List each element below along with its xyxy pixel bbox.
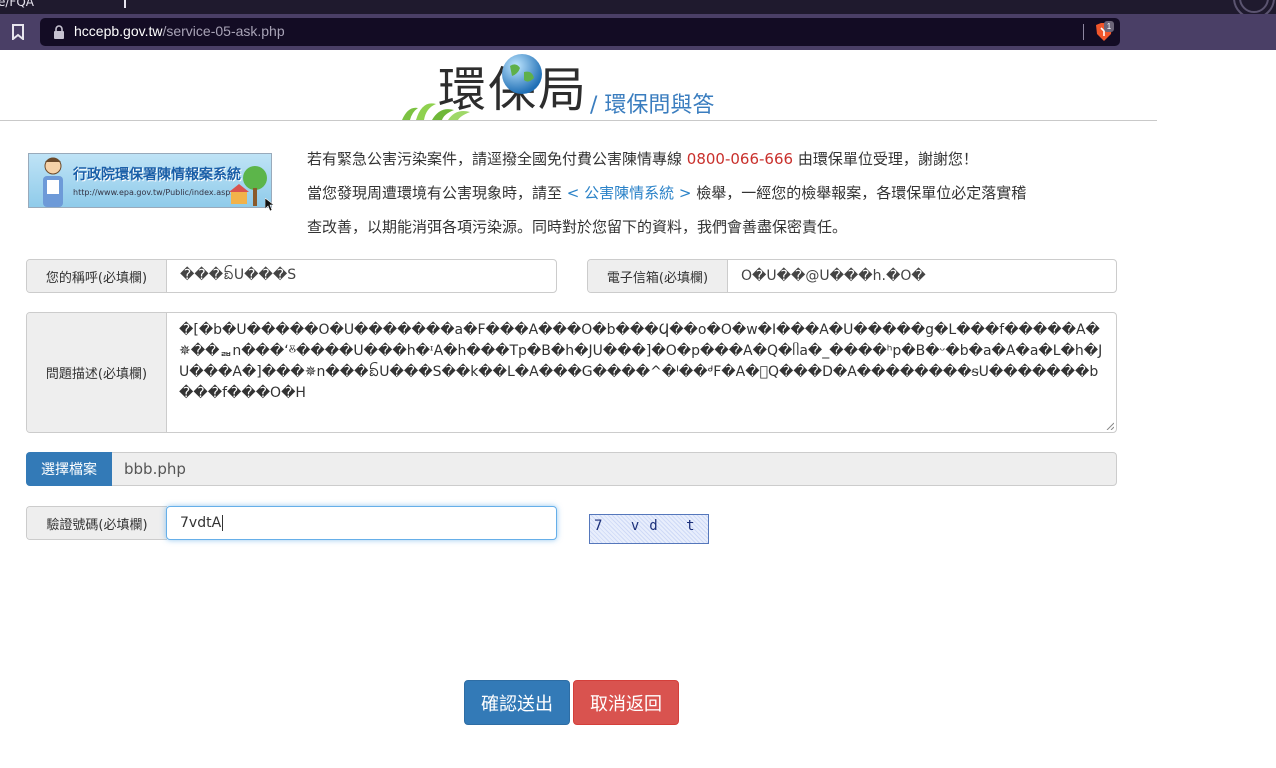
cancel-button[interactable]: 取消返回 (573, 680, 679, 725)
resize-handle-icon[interactable] (1106, 422, 1114, 430)
file-name-display: bbb.php (124, 460, 186, 478)
intro-text: 若有緊急公害污染案件，請逕撥全國免付費公害陳情專線 0800-066-666 由… (307, 142, 1127, 244)
browser-tabstrip: e/FQA (0, 0, 1276, 14)
person-illustration-icon (43, 157, 63, 207)
captcha-label: 驗證號碼(必填欄) (27, 507, 167, 539)
complaint-system-link[interactable]: < 公害陳情系統 > (567, 184, 692, 202)
intro-line-2-prefix: 當您發現周遭環境有公害現象時，請至 (307, 184, 567, 202)
browser-tab-title[interactable]: e/FQA (0, 0, 34, 9)
description-textarea[interactable]: �[�b�U�����O�U�������a�F���A���O�b���Ϥ��… (179, 320, 1109, 426)
tree-illustration-icon (229, 166, 267, 206)
address-bar-row: hccepb.gov.tw/service-05-ask.php 1 (0, 14, 1276, 50)
tab-separator (124, 0, 126, 8)
description-label: 問題描述(必填欄) (27, 313, 167, 432)
captcha-input[interactable]: 7vdtA (166, 506, 557, 540)
banner-title: 行政院環保署陳情報案系統 (73, 167, 241, 183)
globe-icon (502, 54, 542, 94)
mouse-cursor-icon (265, 198, 274, 212)
intro-line-2-suffix: 檢舉，一經您的檢舉報案，各環保單位必定落實稽 (691, 184, 1027, 202)
intro-line-1-prefix: 若有緊急公害污染案件，請逕撥全國免付費公害陳情專線 (307, 150, 687, 168)
url-host: hccepb.gov.tw (74, 23, 163, 39)
name-input[interactable]: ���ᨺU���S (180, 260, 550, 292)
hotline-number: 0800-066-666 (686, 150, 794, 168)
captcha-image-text: 7 vd t A (594, 518, 708, 534)
email-label: 電子信箱(必填欄) (588, 260, 728, 292)
file-upload-group: 選擇檔案 bbb.php (26, 452, 1117, 486)
profile-avatar-icon (1233, 0, 1275, 14)
captcha-label-group: 驗證號碼(必填欄) (26, 506, 167, 540)
url-bar[interactable]: hccepb.gov.tw/service-05-ask.php 1 (40, 18, 1120, 46)
url-text[interactable]: hccepb.gov.tw/service-05-ask.php (74, 23, 285, 39)
epa-complaint-banner[interactable]: 行政院環保署陳情報案系統 http://www.epa.gov.tw/Publi… (28, 153, 272, 208)
captcha-image[interactable]: 7 vd t A (589, 514, 709, 544)
banner-url: http://www.epa.gov.tw/Public/index.aspx (73, 188, 236, 197)
description-input-group: 問題描述(必填欄) �[�b�U�����O�U�������a�F���A��… (26, 312, 1117, 433)
url-path: /service-05-ask.php (162, 23, 285, 39)
lock-icon[interactable] (53, 25, 65, 39)
url-bar-separator (1083, 24, 1084, 40)
page-title: / 環保問與答 (590, 93, 715, 118)
intro-line-1: 若有緊急公害污染案件，請逕撥全國免付費公害陳情專線 0800-066-666 由… (307, 142, 1127, 176)
bookmark-icon[interactable] (11, 24, 25, 40)
intro-line-3: 查改善，以期能消弭各項污染源。同時對於您留下的資料，我們會善盡保密責任。 (307, 218, 848, 236)
captcha-value: 7vdtA (180, 515, 222, 531)
choose-file-button[interactable]: 選擇檔案 (26, 452, 112, 486)
intro-line-2: 當您發現周遭環境有公害現象時，請至 < 公害陳情系統 > 檢舉，一經您的檢舉報案… (307, 176, 1127, 210)
email-input[interactable]: O�U��@U���h.�O� (741, 260, 1111, 292)
captcha-value-wrap: 7vdtA (180, 507, 224, 539)
intro-line-1-suffix: 由環保單位受理，謝謝您！ (793, 150, 978, 168)
name-label: 您的稱呼(必填欄) (27, 260, 167, 292)
submit-button[interactable]: 確認送出 (464, 680, 570, 725)
email-input-group: 電子信箱(必填欄) O�U��@U���h.�O� (587, 259, 1117, 293)
page-header: 環保局 / 環保問與答 (0, 50, 1157, 121)
name-input-group: 您的稱呼(必填欄) ���ᨺU���S (26, 259, 557, 293)
shield-count-badge: 1 (1104, 21, 1114, 32)
text-caret (222, 515, 224, 531)
